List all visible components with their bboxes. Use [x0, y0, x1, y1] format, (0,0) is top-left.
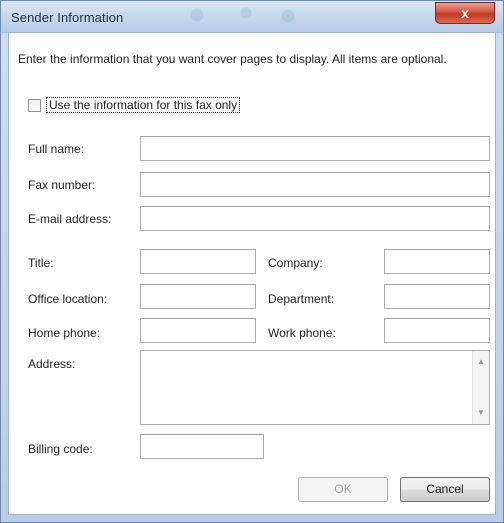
address-label: Address: — [28, 357, 76, 371]
fax-only-checkbox[interactable] — [28, 98, 41, 112]
address-scrollbar[interactable]: ▲ ▼ — [472, 351, 489, 424]
home-phone-field[interactable] — [140, 318, 256, 343]
office-location-field[interactable] — [140, 284, 256, 309]
email-address-label: E-mail address: — [28, 212, 112, 226]
ok-button[interactable]: OK — [298, 477, 388, 502]
scroll-down-arrow-icon[interactable]: ▼ — [473, 405, 489, 421]
title-bar-decoration — [169, 5, 309, 25]
email-address-field[interactable] — [140, 206, 490, 231]
billing-code-field[interactable] — [140, 434, 264, 459]
close-button[interactable]: x — [435, 2, 495, 24]
full-name-label: Full name: — [28, 142, 85, 156]
dialog-description: Enter the information that you want cove… — [18, 52, 447, 66]
title-field[interactable] — [140, 249, 256, 274]
office-location-label: Office location: — [28, 292, 108, 306]
fax-only-option[interactable]: Use the information for this fax only — [28, 97, 241, 113]
cancel-button[interactable]: Cancel — [400, 477, 490, 502]
work-phone-label: Work phone: — [268, 326, 336, 340]
department-field[interactable] — [384, 284, 490, 309]
department-label: Department: — [268, 292, 335, 306]
close-icon: x — [461, 5, 469, 21]
fax-number-field[interactable] — [140, 172, 490, 197]
company-field[interactable] — [384, 249, 490, 274]
home-phone-label: Home phone: — [28, 326, 101, 340]
company-label: Company: — [268, 256, 323, 270]
work-phone-field[interactable] — [384, 318, 490, 343]
address-textarea[interactable]: ▲ ▼ — [140, 350, 490, 425]
window-title: Sender Information — [11, 10, 124, 25]
billing-code-label: Billing code: — [28, 442, 93, 456]
scroll-up-arrow-icon[interactable]: ▲ — [473, 354, 489, 370]
fax-only-checkbox-label[interactable]: Use the information for this fax only — [46, 97, 241, 113]
title-bar[interactable]: Sender Information x — [1, 1, 503, 33]
title-label: Title: — [28, 256, 54, 270]
fax-number-label: Fax number: — [28, 178, 96, 192]
full-name-field[interactable] — [140, 136, 490, 161]
